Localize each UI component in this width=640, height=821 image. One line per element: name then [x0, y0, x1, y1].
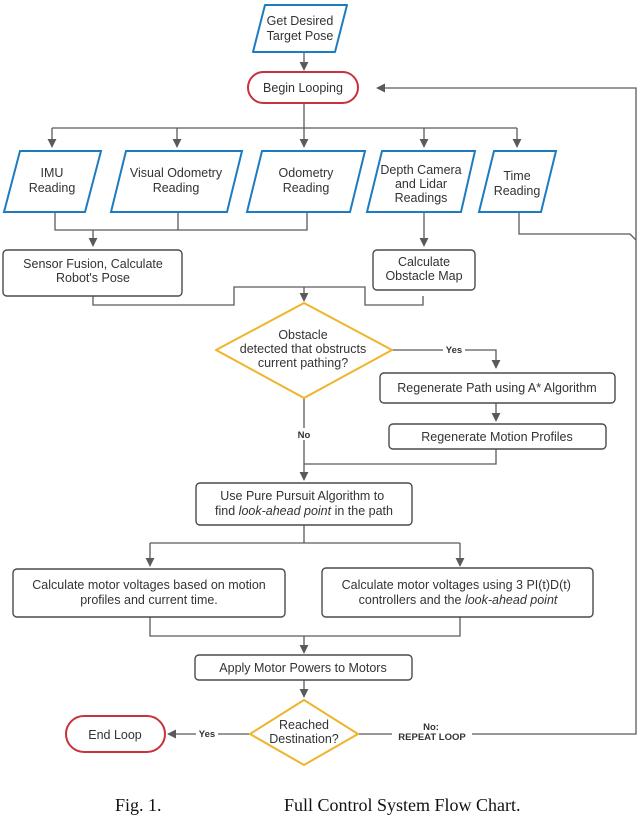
svg-text:ReachedDestination?: Reached Destination? [269, 718, 339, 746]
label-repeat-loop: REPEAT LOOP [398, 732, 466, 743]
svg-text:End Loop: End Loop [88, 728, 142, 742]
label-obstacle-no: No [298, 430, 311, 441]
node-regenerate-motion-profiles: Regenerate Motion Profiles [388, 423, 607, 450]
edge-pursuit-bus [150, 525, 460, 544]
node-calc-motion-voltages: Calculate motor voltages based on motion… [12, 568, 286, 618]
edge-calcs-merge [149, 617, 461, 637]
node-visual-odometry-reading: Visual Odometry Reading [109, 150, 244, 213]
label-obstacle-yes: Yes [446, 345, 462, 356]
figure-number: Fig. 1. [115, 795, 162, 815]
svg-text:Calculate motor voltages using: Calculate motor voltages using 3 PI(t)D(… [342, 578, 575, 607]
node-pure-pursuit: Use Pure Pursuit Algorithm to find look-… [195, 482, 413, 526]
edge-readings-merge [54, 212, 308, 231]
svg-text:Use Pure Pursuit Algorithm to: Use Pure Pursuit Algorithm to find look-… [215, 489, 393, 518]
node-odometry-reading: Odometry Reading [245, 150, 367, 213]
svg-text:Apply Motor Powers to Motors: Apply Motor Powers to Motors [219, 661, 386, 675]
svg-text:Get DesiredTarget Pose: Get Desired Target Pose [267, 14, 334, 43]
svg-text:Begin Looping: Begin Looping [263, 81, 343, 95]
node-end-loop: End Loop [65, 715, 166, 753]
node-begin-looping: Begin Looping [247, 71, 359, 104]
edge-time-to-loop [518, 212, 637, 241]
svg-text:Regenerate Path using A* Algor: Regenerate Path using A* Algorithm [397, 381, 596, 395]
node-get-target-pose: Get Desired Target Pose [252, 4, 348, 53]
node-time-reading: Time Reading [477, 150, 558, 213]
node-sensor-fusion: Sensor Fusion, Calculate Robot's Pose [2, 249, 183, 297]
flowchart: Get Desired Target Pose Begin Looping IMU… [2, 4, 637, 766]
node-obstacle-decision: Obstacle detected that obstructs current p… [215, 302, 393, 399]
edge-regenmotion-to-pursuit [304, 449, 497, 465]
node-imu-reading: IMU Reading [2, 150, 103, 213]
node-reached-decision: Reached Destination? [249, 699, 359, 766]
figure-title: Full Control System Flow Chart. [284, 795, 521, 815]
node-calculate-obstacle-map: Calculate Obstacle Map [372, 249, 476, 291]
node-regenerate-path: Regenerate Path using A* Algorithm [379, 372, 616, 404]
label-reached-yes: Yes [199, 729, 215, 740]
node-depth-lidar-readings: Depth Camera and Lidar Readings [365, 150, 477, 213]
node-apply-motor-powers: Apply Motor Powers to Motors [194, 654, 413, 681]
edge-begin-bus [52, 103, 517, 129]
svg-text:Regenerate Motion Profiles: Regenerate Motion Profiles [421, 430, 572, 444]
svg-text:OdometryReading: Odometry Reading [279, 166, 335, 195]
node-calc-pid-voltages: Calculate motor voltages using 3 PI(t)D(… [321, 567, 594, 618]
